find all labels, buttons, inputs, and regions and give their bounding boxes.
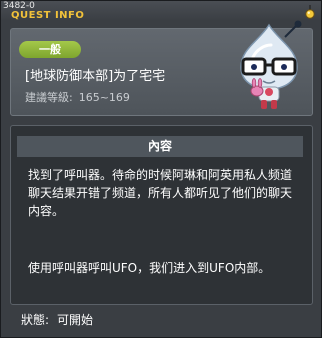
quest-description-paragraph-1: 找到了呼叫器。待命的时候阿琳和阿英用私人频道聊天结果开错了频道，所有人都听见了他… bbox=[28, 168, 293, 218]
quest-description-paragraph-2: 使用呼叫器呼叫UFO，我们进入到UFO内部。 bbox=[28, 261, 271, 275]
window-title: QUEST INFO bbox=[11, 10, 85, 21]
level-value: 165~169 bbox=[78, 91, 130, 104]
recommended-level: 建議等級: 165~169 bbox=[25, 91, 130, 105]
close-button[interactable] bbox=[303, 4, 317, 19]
npc-portrait bbox=[223, 19, 315, 111]
level-label: 建議等級: bbox=[25, 91, 73, 104]
quest-type-badge: 一般 bbox=[19, 41, 81, 58]
status-value: 可開始 bbox=[57, 313, 94, 327]
content-section-title: 內容 bbox=[17, 136, 303, 157]
alien-nerd-npc-icon bbox=[240, 20, 302, 109]
status-label: 狀態: bbox=[21, 313, 50, 327]
quest-info-window: 3482-0 QUEST INFO 一般 [地球防御本部]为了宅宅 建議等級: 1… bbox=[0, 0, 322, 338]
quest-status: 狀態: 可開始 bbox=[21, 312, 93, 328]
bulb-close-icon bbox=[305, 5, 315, 19]
quest-name: [地球防御本部]为了宅宅 bbox=[25, 69, 166, 84]
